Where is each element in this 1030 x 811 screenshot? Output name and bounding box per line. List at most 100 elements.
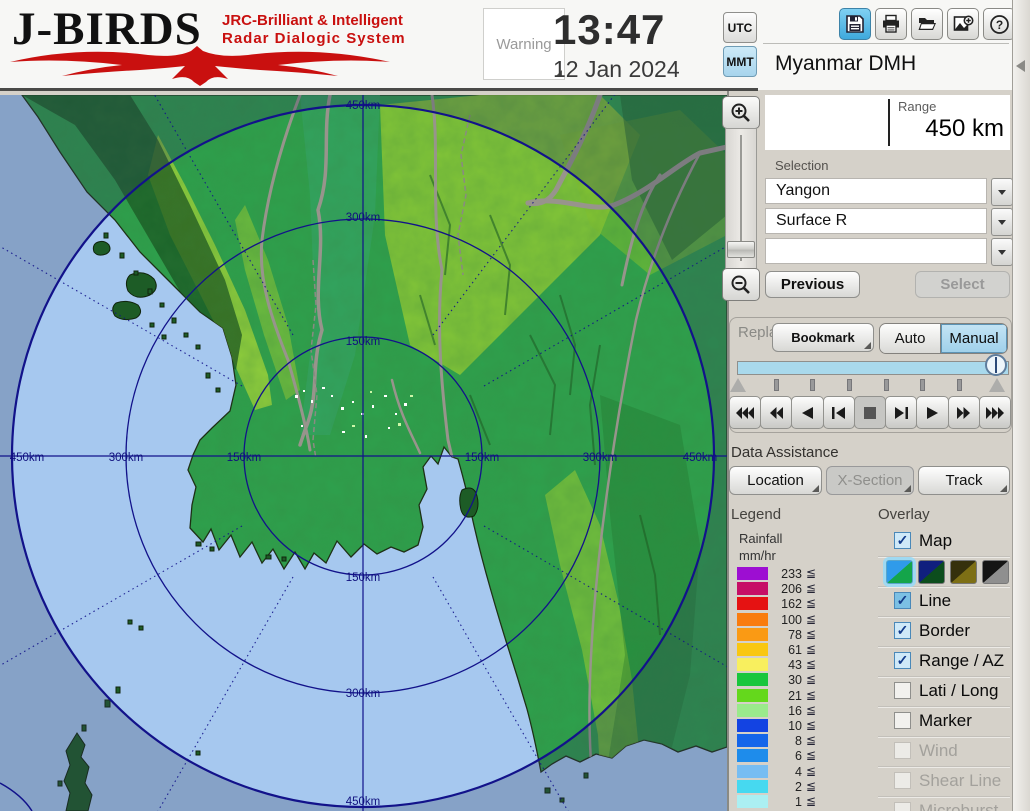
forward-to-end-icon <box>986 406 1004 420</box>
legend-value: 16 <box>771 704 802 718</box>
step-back-button[interactable] <box>823 396 855 429</box>
border-checkbox[interactable]: ✓ <box>894 622 911 639</box>
panel-collapse-strip[interactable] <box>1012 0 1030 811</box>
xsection-button: X-Section <box>826 466 914 495</box>
legend-value: 10 <box>771 719 802 733</box>
toolbar-separator <box>763 43 1009 44</box>
legend-swatch <box>737 567 768 580</box>
legend-swatch <box>737 689 768 702</box>
legend-swatch <box>737 734 768 747</box>
map-style-1-button[interactable] <box>886 560 913 584</box>
range-label: Range <box>898 99 936 114</box>
legend-value: 8 <box>771 734 802 748</box>
overlay-row-map[interactable]: ✓ Map <box>878 527 1010 557</box>
print-button[interactable] <box>875 8 907 40</box>
bookmark-button[interactable]: Bookmark <box>772 323 874 352</box>
legend-row: 233≦ <box>737 567 867 581</box>
zoom-out-button[interactable] <box>722 268 760 301</box>
overlay-label: Overlay <box>878 506 930 523</box>
legend-value: 4 <box>771 765 802 779</box>
location-button[interactable]: Location <box>729 466 822 495</box>
option-dropdown-button[interactable] <box>991 238 1013 266</box>
legend-unit-line2: mm/hr <box>739 548 776 563</box>
chevron-down-icon <box>998 190 1006 195</box>
ring-label-450-left: 450km <box>10 452 45 464</box>
product-dropdown-field[interactable]: Surface R <box>765 208 987 234</box>
overlay-row-line[interactable]: ✓ Line <box>878 587 1010 617</box>
legend-row: 206≦ <box>737 582 867 596</box>
add-image-button[interactable] <box>947 8 979 40</box>
zoom-slider-thumb[interactable] <box>727 241 755 258</box>
fast-forward-button[interactable] <box>948 396 980 429</box>
overlay-row-map-styles <box>878 557 1010 587</box>
lte-symbol: ≦ <box>806 688 816 702</box>
ring-label-150-bottom: 150km <box>346 572 381 584</box>
open-folder-icon <box>917 14 937 34</box>
legend-row: 2≦ <box>737 780 867 794</box>
map-style-3-button[interactable] <box>950 560 977 584</box>
lte-symbol: ≦ <box>806 642 816 656</box>
open-folder-button[interactable] <box>911 8 943 40</box>
zoom-in-button[interactable] <box>722 96 760 129</box>
option-dropdown-field[interactable] <box>765 238 987 264</box>
ring-label-150-left: 150km <box>227 452 262 464</box>
help-button[interactable]: ? <box>983 8 1015 40</box>
slider-end-marker[interactable] <box>989 378 1005 392</box>
replay-slider-thumb[interactable] <box>985 354 1007 376</box>
stop-icon <box>864 407 876 419</box>
rewind-to-start-button[interactable] <box>729 396 761 429</box>
product-dropdown-button[interactable] <box>991 208 1013 236</box>
overlay-row-shear-line: Shear Line <box>878 767 1010 797</box>
radar-map[interactable]: 450km 300km 150km 150km 300km 450km 450k… <box>0 95 727 811</box>
auto-button[interactable]: Auto <box>880 324 941 353</box>
shear-line-checkbox <box>894 772 911 789</box>
legend-row: 21≦ <box>737 689 867 703</box>
header-underline <box>0 88 758 91</box>
step-forward-button[interactable] <box>885 396 917 429</box>
legend-value: 1 <box>771 795 802 809</box>
map-style-2-button[interactable] <box>918 560 945 584</box>
slider-start-marker[interactable] <box>730 378 746 392</box>
map-checkbox[interactable]: ✓ <box>894 532 911 549</box>
legend-value: 30 <box>771 673 802 687</box>
step-back-icon <box>832 406 845 420</box>
play-reverse-button[interactable] <box>791 396 823 429</box>
legend-value: 2 <box>771 780 802 794</box>
range-display: Range 450 km <box>765 95 1010 150</box>
overlay-row-border[interactable]: ✓ Border <box>878 617 1010 647</box>
manual-button[interactable]: Manual <box>941 324 1007 353</box>
marker-checkbox[interactable] <box>894 712 911 729</box>
map-style-4-button[interactable] <box>982 560 1009 584</box>
legend-swatch <box>737 643 768 656</box>
site-dropdown-field[interactable]: Yangon <box>765 178 987 204</box>
overlay-row-marker[interactable]: Marker <box>878 707 1010 737</box>
help-icon: ? <box>989 14 1010 35</box>
lati-long-checkbox[interactable] <box>894 682 911 699</box>
utc-button[interactable]: UTC <box>723 12 757 43</box>
ring-label-300-right: 300km <box>583 452 618 464</box>
range-az-checkbox[interactable]: ✓ <box>894 652 911 669</box>
track-button[interactable]: Track <box>918 466 1010 495</box>
lte-symbol: ≦ <box>806 718 816 732</box>
stop-button[interactable] <box>854 396 886 429</box>
forward-to-end-button[interactable] <box>979 396 1011 429</box>
legend-row: 4≦ <box>737 765 867 779</box>
overlay-row-lati-long[interactable]: Lati / Long <box>878 677 1010 707</box>
ring-label-150-right: 150km <box>465 452 500 464</box>
zoom-slider-track[interactable] <box>725 128 757 269</box>
legend-swatch <box>737 582 768 595</box>
play-button[interactable] <box>916 396 948 429</box>
previous-button[interactable]: Previous <box>765 271 860 298</box>
legend-row: 78≦ <box>737 628 867 642</box>
svg-text:?: ? <box>995 17 1002 31</box>
collapse-left-icon[interactable] <box>1016 60 1025 72</box>
replay-slider-track[interactable] <box>737 361 1009 375</box>
site-dropdown-button[interactable] <box>991 178 1013 206</box>
overlay-row-range-az[interactable]: ✓ Range / AZ <box>878 647 1010 677</box>
save-button[interactable] <box>839 8 871 40</box>
legend-swatch <box>737 658 768 671</box>
fast-rewind-button[interactable] <box>760 396 792 429</box>
mmt-button[interactable]: MMT <box>723 46 757 77</box>
menu-grip-icon <box>904 485 911 492</box>
line-checkbox[interactable]: ✓ <box>894 592 911 609</box>
